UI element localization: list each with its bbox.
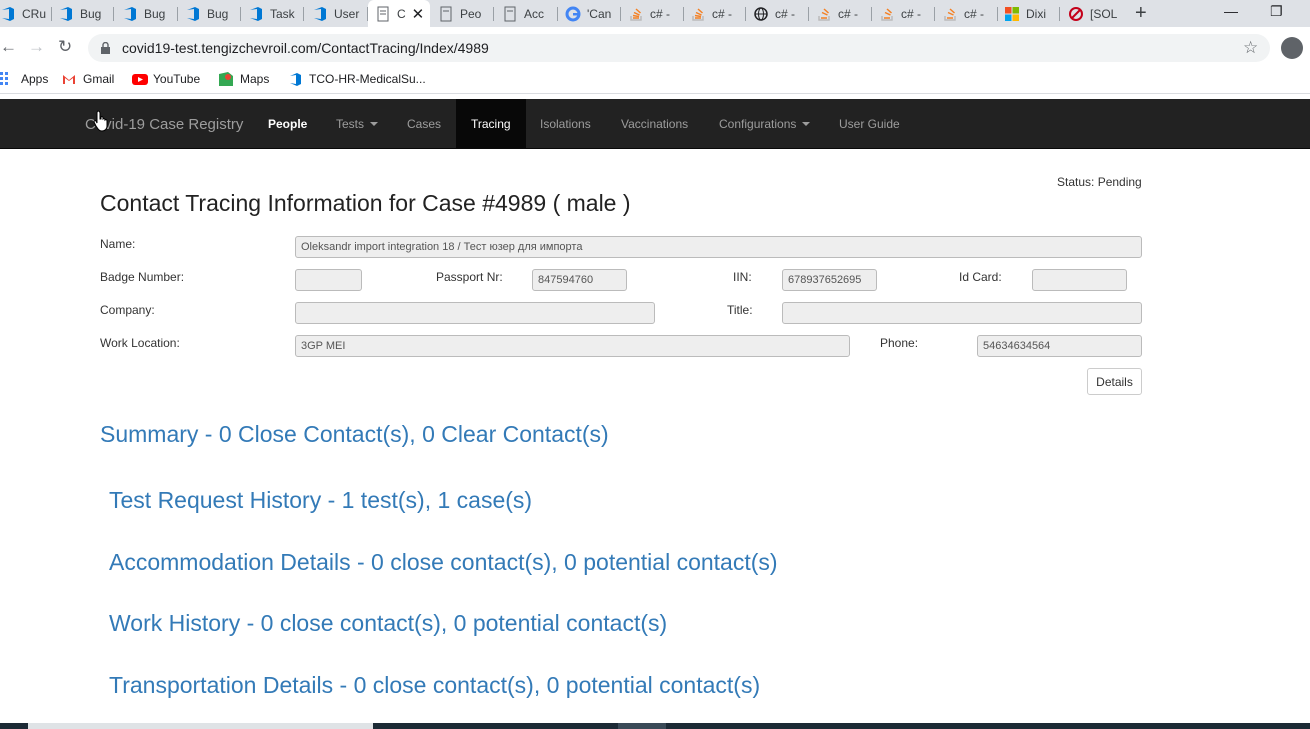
apps-grid-icon	[0, 72, 14, 86]
page-icon	[502, 6, 518, 22]
nav-tracing[interactable]: Tracing	[456, 99, 526, 149]
browser-tab[interactable]: Dixi	[1004, 0, 1060, 27]
browser-tab[interactable]: c# -	[628, 0, 684, 27]
work-location-field[interactable]: 3GP MEI	[295, 335, 850, 357]
work-location-label: Work Location:	[100, 336, 180, 350]
microsoft-icon	[1004, 6, 1020, 22]
browser-tab[interactable]: Peo	[438, 0, 494, 27]
forward-icon[interactable]: →	[28, 37, 45, 57]
browser-tab-strip: CRu Bug Bug Bug Task User C ✕ Peo Acc 'C…	[0, 0, 1310, 27]
azure-devops-icon	[248, 6, 264, 22]
caret-down-icon	[370, 122, 379, 126]
bookmark-star-icon[interactable]: ☆	[1243, 38, 1258, 58]
job-title-label: Title:	[727, 303, 753, 317]
iin-field[interactable]: 678937652695	[782, 269, 877, 291]
url-text[interactable]: covid19-test.tengizchevroil.com/ContactT…	[122, 40, 489, 56]
azure-devops-icon	[0, 6, 16, 22]
azure-devops-icon	[185, 6, 201, 22]
nav-people[interactable]: People	[268, 99, 307, 149]
new-tab-icon[interactable]: +	[1135, 2, 1147, 25]
close-tab-icon[interactable]: ✕	[412, 5, 425, 23]
browser-tab[interactable]: c# -	[690, 0, 746, 27]
browser-tab[interactable]: 'Can	[565, 0, 621, 27]
work-history-section-link[interactable]: Work History - 0 close contact(s), 0 pot…	[109, 610, 667, 637]
iin-label: IIN:	[733, 270, 752, 284]
minimize-window-icon[interactable]: —	[1224, 3, 1238, 19]
browser-tab[interactable]: Bug	[185, 0, 241, 27]
browser-tab[interactable]: c# -	[816, 0, 872, 27]
youtube-icon	[132, 72, 148, 86]
reload-icon[interactable]: ↻	[58, 37, 72, 57]
bookmark-youtube[interactable]: YouTube	[132, 72, 200, 86]
browser-tab[interactable]: Bug	[58, 0, 114, 27]
id-card-field[interactable]	[1032, 269, 1127, 291]
summary-section-link[interactable]: Summary - 0 Close Contact(s), 0 Clear Co…	[100, 421, 609, 448]
google-icon	[565, 6, 581, 22]
taskbar-search-box[interactable]	[28, 723, 373, 729]
taskbar-app-button[interactable]	[618, 723, 666, 729]
passport-field[interactable]: 847594760	[532, 269, 627, 291]
job-title-field[interactable]	[782, 302, 1142, 324]
transportation-section-link[interactable]: Transportation Details - 0 close contact…	[109, 672, 760, 699]
browser-tab[interactable]: Bug	[122, 0, 178, 27]
bookmark-tco-hr[interactable]: TCO-HR-MedicalSu...	[288, 72, 426, 86]
browser-tab[interactable]: Task	[248, 0, 304, 27]
browser-tab[interactable]: Acc	[502, 0, 558, 27]
status-text: Status: Pending	[1057, 175, 1142, 189]
badge-number-label: Badge Number:	[100, 270, 185, 284]
back-icon[interactable]: ←	[0, 37, 17, 57]
browser-tab[interactable]: c# -	[753, 0, 809, 27]
id-card-label: Id Card:	[959, 270, 1002, 284]
gmail-icon	[62, 72, 76, 86]
caret-down-icon	[802, 122, 811, 126]
stackoverflow-icon	[628, 6, 644, 22]
page-icon	[375, 6, 391, 22]
profile-avatar-icon[interactable]	[1281, 37, 1303, 59]
nav-vaccinations[interactable]: Vaccinations	[621, 99, 688, 149]
bookmark-gmail[interactable]: Gmail	[62, 72, 114, 86]
red-logo-icon	[1068, 6, 1084, 22]
nav-isolations[interactable]: Isolations	[540, 99, 591, 149]
test-history-section-link[interactable]: Test Request History - 1 test(s), 1 case…	[109, 487, 532, 514]
stackoverflow-icon	[942, 6, 958, 22]
bookmark-apps[interactable]: Apps	[0, 72, 48, 86]
phone-field[interactable]: 54634634564	[977, 335, 1142, 357]
browser-tab[interactable]: c# -	[942, 0, 998, 27]
taskbar	[0, 723, 1310, 729]
hand-cursor-icon	[93, 110, 109, 137]
nav-configurations[interactable]: Configurations	[719, 99, 811, 149]
restore-window-icon[interactable]: ❐	[1270, 3, 1283, 20]
lock-icon	[101, 41, 110, 54]
web-icon	[753, 6, 769, 22]
company-field[interactable]	[295, 302, 655, 324]
azure-devops-icon	[122, 6, 138, 22]
maps-icon	[219, 72, 233, 86]
details-button[interactable]: Details	[1087, 368, 1142, 395]
nav-cases[interactable]: Cases	[407, 99, 441, 149]
azure-devops-icon	[288, 72, 302, 86]
browser-tab[interactable]: CRu	[0, 0, 52, 27]
nav-user-guide[interactable]: User Guide	[839, 99, 900, 149]
phone-label: Phone:	[880, 336, 919, 350]
azure-devops-icon	[58, 6, 74, 22]
name-label: Name:	[100, 237, 136, 251]
stackoverflow-icon	[879, 6, 895, 22]
page-icon	[438, 6, 454, 22]
stackoverflow-icon	[816, 6, 832, 22]
browser-tab[interactable]: User	[312, 0, 368, 27]
browser-tab-active[interactable]: C ✕	[368, 0, 430, 27]
bookmark-maps[interactable]: Maps	[219, 72, 269, 86]
company-label: Company:	[100, 303, 155, 317]
name-field[interactable]: Oleksandr import integration 18 / Тест ю…	[295, 236, 1142, 258]
accommodation-section-link[interactable]: Accommodation Details - 0 close contact(…	[109, 549, 778, 576]
browser-tab[interactable]: [SOL	[1068, 0, 1124, 27]
browser-tab[interactable]: c# -	[879, 0, 935, 27]
nav-tests[interactable]: Tests	[336, 99, 379, 149]
azure-devops-icon	[312, 6, 328, 22]
page-title: Contact Tracing Information for Case #49…	[100, 190, 631, 216]
badge-number-field[interactable]	[295, 269, 362, 291]
passport-label: Passport Nr:	[436, 270, 503, 284]
stackoverflow-icon	[690, 6, 706, 22]
